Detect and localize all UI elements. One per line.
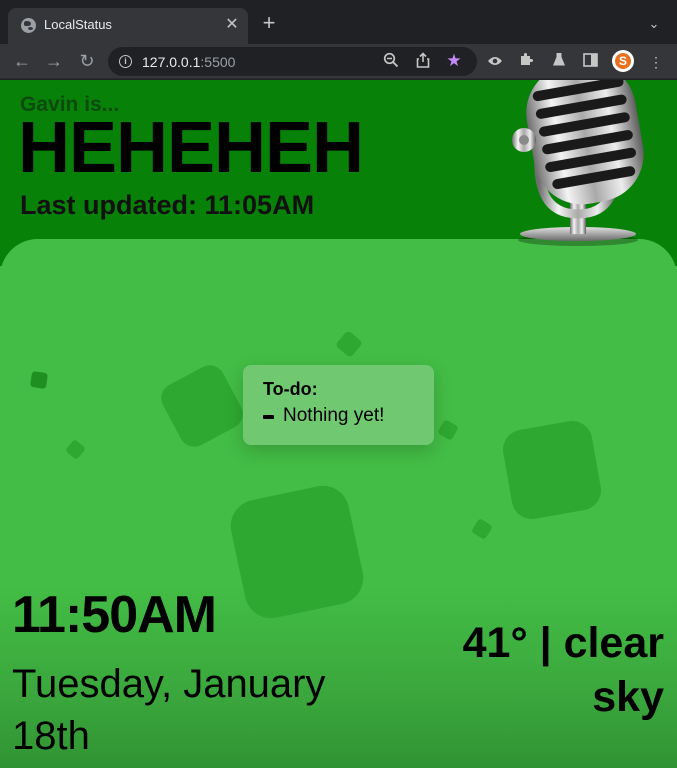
puzzle-icon[interactable]	[516, 52, 536, 72]
flask-icon[interactable]	[549, 52, 569, 72]
decor-square	[225, 480, 369, 624]
tab-search-button[interactable]: ⌄	[644, 14, 664, 34]
decor-square	[499, 417, 605, 523]
todo-bullet	[263, 415, 274, 419]
info-icon[interactable]: i	[119, 55, 132, 68]
profile-avatar[interactable]: S	[612, 50, 634, 72]
kebab-menu-icon[interactable]: ⋮	[646, 52, 666, 72]
zoom-out-icon[interactable]	[382, 52, 400, 70]
forward-button[interactable]: →	[42, 49, 66, 73]
todo-item: Nothing yet!	[283, 405, 385, 426]
share-icon[interactable]	[414, 52, 432, 70]
new-tab-button[interactable]: +	[258, 12, 280, 34]
address-bar[interactable]: i 127.0.0.1:5500 ★	[108, 47, 477, 76]
page-content: Gavin is... HEHEHEH Last updated: 11:05A…	[0, 80, 677, 768]
back-button[interactable]: ←	[10, 49, 34, 73]
todo-card: To-do: Nothing yet!	[243, 365, 434, 445]
tab-strip: LocalStatus ✕ + ⌄	[0, 0, 677, 44]
reload-button[interactable]: ↻	[75, 49, 99, 73]
weather-summary: 41° | clear sky	[462, 619, 664, 721]
last-updated: Last updated: 11:05AM	[20, 190, 315, 220]
decor-square	[29, 370, 49, 390]
close-icon[interactable]: ✕	[222, 15, 242, 35]
clock-time: 11:50AM	[12, 586, 217, 644]
browser-tab[interactable]: LocalStatus ✕	[8, 8, 248, 44]
microphone-icon	[512, 80, 644, 246]
eye-icon[interactable]	[485, 52, 505, 72]
tab-title: LocalStatus	[44, 17, 112, 32]
clock-date: Tuesday, January 18th	[12, 662, 326, 758]
url-text[interactable]: 127.0.0.1:5500	[142, 54, 235, 70]
side-panel-icon[interactable]	[580, 52, 600, 72]
todo-title: To-do:	[263, 379, 318, 399]
browser-toolbar: ← → ↻ i 127.0.0.1:5500 ★ S ⋮	[0, 44, 677, 79]
status-value: HEHEHEH	[18, 108, 364, 188]
globe-icon	[21, 18, 36, 33]
star-icon[interactable]: ★	[445, 52, 463, 70]
